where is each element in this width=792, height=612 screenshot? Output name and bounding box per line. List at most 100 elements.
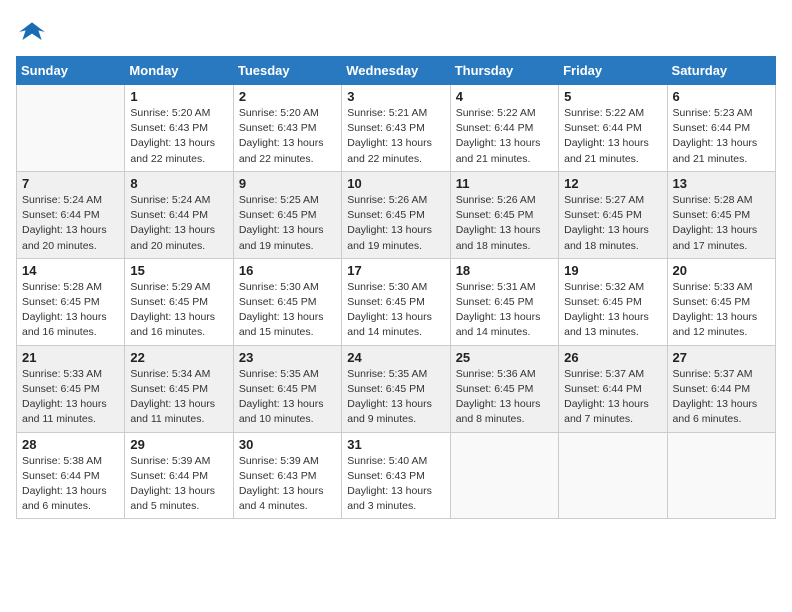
weekday-header-wednesday: Wednesday (342, 57, 450, 85)
calendar-cell: 27 Sunrise: 5:37 AM Sunset: 6:44 PM Dayli… (667, 345, 775, 432)
day-info: Sunrise: 5:22 AM Sunset: 6:44 PM Dayligh… (456, 106, 553, 167)
calendar-table: SundayMondayTuesdayWednesdayThursdayFrid… (16, 56, 776, 519)
weekday-header-thursday: Thursday (450, 57, 558, 85)
calendar-cell: 9 Sunrise: 5:25 AM Sunset: 6:45 PM Daylig… (233, 171, 341, 258)
day-info: Sunrise: 5:34 AM Sunset: 6:45 PM Dayligh… (130, 367, 227, 428)
day-number: 10 (347, 176, 444, 191)
calendar-cell: 30Sunrise: 5:39 AM Sunset: 6:43 PM Dayli… (233, 432, 341, 519)
day-info: Sunrise: 5:28 AM Sunset: 6:45 PM Dayligh… (22, 280, 119, 341)
day-info: Sunrise: 5:25 AM Sunset: 6:45 PM Dayligh… (239, 193, 336, 254)
day-number: 22 (130, 350, 227, 365)
calendar-week-row: 28Sunrise: 5:38 AM Sunset: 6:44 PM Dayli… (17, 432, 776, 519)
day-number: 9 (239, 176, 336, 191)
day-number: 25 (456, 350, 553, 365)
day-number: 15 (130, 263, 227, 278)
day-info: Sunrise: 5:21 AM Sunset: 6:43 PM Dayligh… (347, 106, 444, 167)
day-info: Sunrise: 5:33 AM Sunset: 6:45 PM Dayligh… (673, 280, 770, 341)
calendar-cell: 13 Sunrise: 5:28 AM Sunset: 6:45 PM Dayli… (667, 171, 775, 258)
weekday-header-tuesday: Tuesday (233, 57, 341, 85)
day-info: Sunrise: 5:20 AM Sunset: 6:43 PM Dayligh… (239, 106, 336, 167)
calendar-cell (559, 432, 667, 519)
day-number: 2 (239, 89, 336, 104)
day-info: Sunrise: 5:32 AM Sunset: 6:45 PM Dayligh… (564, 280, 661, 341)
page-header (16, 16, 776, 48)
day-info: Sunrise: 5:31 AM Sunset: 6:45 PM Dayligh… (456, 280, 553, 341)
calendar-cell: 3 Sunrise: 5:21 AM Sunset: 6:43 PM Daylig… (342, 85, 450, 172)
calendar-week-row: 7 Sunrise: 5:24 AM Sunset: 6:44 PM Daylig… (17, 171, 776, 258)
logo-icon (16, 16, 48, 48)
calendar-cell: 6Sunrise: 5:23 AM Sunset: 6:44 PM Daylig… (667, 85, 775, 172)
calendar-cell: 11Sunrise: 5:26 AM Sunset: 6:45 PM Dayli… (450, 171, 558, 258)
day-number: 23 (239, 350, 336, 365)
day-number: 1 (130, 89, 227, 104)
calendar-cell: 8 Sunrise: 5:24 AM Sunset: 6:44 PM Daylig… (125, 171, 233, 258)
day-number: 30 (239, 437, 336, 452)
calendar-cell: 28Sunrise: 5:38 AM Sunset: 6:44 PM Dayli… (17, 432, 125, 519)
day-info: Sunrise: 5:24 AM Sunset: 6:44 PM Dayligh… (130, 193, 227, 254)
calendar-cell: 14Sunrise: 5:28 AM Sunset: 6:45 PM Dayli… (17, 258, 125, 345)
day-info: Sunrise: 5:35 AM Sunset: 6:45 PM Dayligh… (239, 367, 336, 428)
calendar-week-row: 14Sunrise: 5:28 AM Sunset: 6:45 PM Dayli… (17, 258, 776, 345)
day-number: 13 (673, 176, 770, 191)
day-number: 16 (239, 263, 336, 278)
day-info: Sunrise: 5:28 AM Sunset: 6:45 PM Dayligh… (673, 193, 770, 254)
day-number: 20 (673, 263, 770, 278)
day-number: 29 (130, 437, 227, 452)
calendar-cell: 20 Sunrise: 5:33 AM Sunset: 6:45 PM Dayli… (667, 258, 775, 345)
calendar-week-row: 21Sunrise: 5:33 AM Sunset: 6:45 PM Dayli… (17, 345, 776, 432)
day-number: 12 (564, 176, 661, 191)
calendar-week-row: 1 Sunrise: 5:20 AM Sunset: 6:43 PM Daylig… (17, 85, 776, 172)
day-info: Sunrise: 5:30 AM Sunset: 6:45 PM Dayligh… (347, 280, 444, 341)
calendar-cell: 10 Sunrise: 5:26 AM Sunset: 6:45 PM Dayli… (342, 171, 450, 258)
day-info: Sunrise: 5:29 AM Sunset: 6:45 PM Dayligh… (130, 280, 227, 341)
day-info: Sunrise: 5:30 AM Sunset: 6:45 PM Dayligh… (239, 280, 336, 341)
calendar-cell: 22 Sunrise: 5:34 AM Sunset: 6:45 PM Dayli… (125, 345, 233, 432)
day-info: Sunrise: 5:33 AM Sunset: 6:45 PM Dayligh… (22, 367, 119, 428)
day-number: 18 (456, 263, 553, 278)
day-number: 31 (347, 437, 444, 452)
calendar-cell: 19 Sunrise: 5:32 AM Sunset: 6:45 PM Dayli… (559, 258, 667, 345)
day-info: Sunrise: 5:37 AM Sunset: 6:44 PM Dayligh… (673, 367, 770, 428)
day-info: Sunrise: 5:26 AM Sunset: 6:45 PM Dayligh… (347, 193, 444, 254)
day-number: 28 (22, 437, 119, 452)
day-info: Sunrise: 5:27 AM Sunset: 6:45 PM Dayligh… (564, 193, 661, 254)
calendar-cell: 4 Sunrise: 5:22 AM Sunset: 6:44 PM Daylig… (450, 85, 558, 172)
day-number: 3 (347, 89, 444, 104)
day-number: 6 (673, 89, 770, 104)
day-number: 24 (347, 350, 444, 365)
logo (16, 16, 52, 48)
day-number: 27 (673, 350, 770, 365)
day-number: 7 (22, 176, 119, 191)
weekday-header-monday: Monday (125, 57, 233, 85)
day-info: Sunrise: 5:22 AM Sunset: 6:44 PM Dayligh… (564, 106, 661, 167)
day-number: 19 (564, 263, 661, 278)
day-info: Sunrise: 5:26 AM Sunset: 6:45 PM Dayligh… (456, 193, 553, 254)
calendar-cell: 31 Sunrise: 5:40 AM Sunset: 6:43 PM Dayli… (342, 432, 450, 519)
calendar-cell: 12 Sunrise: 5:27 AM Sunset: 6:45 PM Dayli… (559, 171, 667, 258)
calendar-cell: 1Sunrise: 5:20 AM Sunset: 6:43 PM Daylig… (125, 85, 233, 172)
calendar-cell: 16 Sunrise: 5:30 AM Sunset: 6:45 PM Dayli… (233, 258, 341, 345)
day-info: Sunrise: 5:37 AM Sunset: 6:44 PM Dayligh… (564, 367, 661, 428)
calendar-cell: 26Sunrise: 5:37 AM Sunset: 6:44 PM Dayli… (559, 345, 667, 432)
day-info: Sunrise: 5:36 AM Sunset: 6:45 PM Dayligh… (456, 367, 553, 428)
day-info: Sunrise: 5:40 AM Sunset: 6:43 PM Dayligh… (347, 454, 444, 515)
day-info: Sunrise: 5:24 AM Sunset: 6:44 PM Dayligh… (22, 193, 119, 254)
calendar-header-row: SundayMondayTuesdayWednesdayThursdayFrid… (17, 57, 776, 85)
day-number: 4 (456, 89, 553, 104)
calendar-cell: 5 Sunrise: 5:22 AM Sunset: 6:44 PM Daylig… (559, 85, 667, 172)
day-info: Sunrise: 5:35 AM Sunset: 6:45 PM Dayligh… (347, 367, 444, 428)
day-number: 5 (564, 89, 661, 104)
calendar-cell: 18 Sunrise: 5:31 AM Sunset: 6:45 PM Dayli… (450, 258, 558, 345)
calendar-cell: 23 Sunrise: 5:35 AM Sunset: 6:45 PM Dayli… (233, 345, 341, 432)
day-number: 8 (130, 176, 227, 191)
calendar-cell: 2 Sunrise: 5:20 AM Sunset: 6:43 PM Daylig… (233, 85, 341, 172)
calendar-cell: 21Sunrise: 5:33 AM Sunset: 6:45 PM Dayli… (17, 345, 125, 432)
weekday-header-saturday: Saturday (667, 57, 775, 85)
calendar-cell: 17 Sunrise: 5:30 AM Sunset: 6:45 PM Dayli… (342, 258, 450, 345)
calendar-cell (450, 432, 558, 519)
weekday-header-friday: Friday (559, 57, 667, 85)
calendar-cell (17, 85, 125, 172)
day-number: 17 (347, 263, 444, 278)
calendar-cell: 24 Sunrise: 5:35 AM Sunset: 6:45 PM Dayli… (342, 345, 450, 432)
day-info: Sunrise: 5:39 AM Sunset: 6:44 PM Dayligh… (130, 454, 227, 515)
